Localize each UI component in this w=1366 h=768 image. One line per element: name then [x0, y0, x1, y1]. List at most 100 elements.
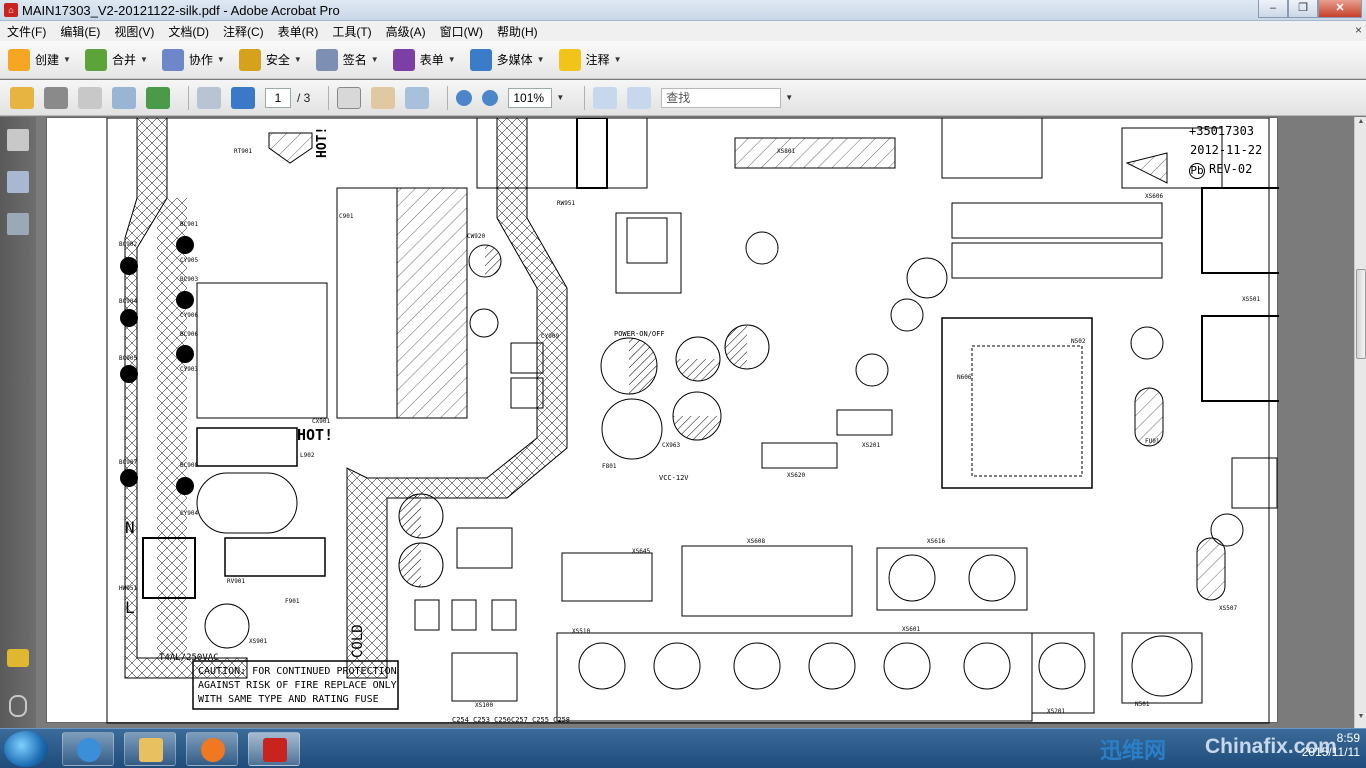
- lock-icon: [238, 48, 261, 71]
- cold-label: COLD: [350, 624, 366, 658]
- signatures-icon[interactable]: [7, 213, 29, 235]
- chevron-down-icon[interactable]: ▼: [785, 93, 793, 102]
- select-text-icon[interactable]: [337, 86, 362, 109]
- web-icon[interactable]: [146, 86, 170, 109]
- multimedia-button[interactable]: 多媒体 ▼: [469, 48, 545, 71]
- zoom-tool-icon[interactable]: [405, 86, 430, 109]
- part-number: +35017303: [1189, 124, 1255, 138]
- bottom-caps-label: C254 C253 C256C257 C255 C258: [452, 716, 571, 724]
- ref-label: BC907: [119, 459, 138, 466]
- ref-label: BC908: [180, 462, 199, 469]
- zoom-out-icon[interactable]: [456, 89, 473, 106]
- comments-icon[interactable]: [7, 649, 29, 667]
- open-folder-icon[interactable]: [10, 86, 34, 109]
- scrollbar-thumb[interactable]: [1356, 269, 1366, 359]
- system-clock[interactable]: 8:59 2015/11/11: [1302, 731, 1360, 759]
- task-toolbar: 创建 ▼ 合并 ▼ 协作 ▼ 安全 ▼ 签名 ▼ 表单 ▼ 多媒体 ▼ 注释 ▼: [0, 41, 1366, 79]
- menu-file[interactable]: 文件(F): [0, 23, 53, 40]
- menu-advanced[interactable]: 高级(A): [379, 23, 433, 40]
- taskbar-ie[interactable]: [62, 732, 114, 766]
- window-controls: – ❐ ✕: [1258, 0, 1362, 18]
- navigation-toolbar: 1 / 3 101% ▼ 查找 ▼: [0, 80, 1366, 116]
- collaborate-button[interactable]: 协作 ▼: [161, 48, 225, 71]
- navigation-pane: [0, 117, 36, 728]
- comment-label: 注释: [585, 53, 610, 67]
- combine-label: 合并: [111, 53, 136, 67]
- ref-label: BC905: [119, 355, 138, 362]
- ref-label: BC906: [180, 331, 199, 338]
- zoom-level[interactable]: 101%: [508, 87, 553, 108]
- save-icon[interactable]: [78, 86, 102, 109]
- bookmarks-icon[interactable]: [7, 171, 29, 193]
- ref-label: RV901: [227, 578, 246, 585]
- ref-label: XS201: [862, 442, 881, 449]
- chevron-down-icon: ▼: [139, 55, 148, 64]
- menu-window[interactable]: 窗口(W): [433, 23, 490, 40]
- secure-button[interactable]: 安全 ▼: [238, 48, 302, 71]
- ref-label: F901: [285, 598, 300, 605]
- sign-button[interactable]: 签名 ▼: [315, 48, 379, 71]
- find-input[interactable]: 查找: [661, 87, 782, 108]
- menu-comments[interactable]: 注释(C): [216, 23, 271, 40]
- email-icon[interactable]: [112, 86, 136, 109]
- ref-label: BC902: [119, 241, 138, 248]
- comment-button[interactable]: 注释 ▼: [558, 48, 622, 71]
- chevron-down-icon: ▼: [536, 55, 545, 64]
- chevron-down-icon[interactable]: ▼: [556, 93, 564, 102]
- chevron-down-icon: ▼: [216, 55, 225, 64]
- chevron-down-icon: ▼: [447, 55, 456, 64]
- forms-button[interactable]: 表单 ▼: [392, 48, 456, 71]
- minimize-button[interactable]: –: [1258, 0, 1288, 18]
- taskbar-acrobat[interactable]: [248, 732, 300, 766]
- ref-label: XS601: [902, 626, 921, 633]
- forms-label: 表单: [419, 53, 444, 67]
- ref-label: N502: [1071, 338, 1086, 345]
- menu-tools[interactable]: 工具(T): [325, 23, 378, 40]
- ref-label: BC903: [180, 276, 199, 283]
- menu-edit[interactable]: 编辑(E): [53, 23, 107, 40]
- print-icon[interactable]: [44, 86, 68, 109]
- combine-button[interactable]: 合并 ▼: [84, 48, 148, 71]
- zoom-in-icon[interactable]: [482, 89, 499, 106]
- maximize-button[interactable]: ❐: [1288, 0, 1318, 18]
- fit-page-icon[interactable]: [627, 86, 652, 109]
- previous-page-icon[interactable]: [197, 86, 221, 109]
- fit-width-icon[interactable]: [593, 86, 618, 109]
- ref-label: XS620: [787, 472, 806, 479]
- board-date: 2012-11-22: [1190, 143, 1263, 157]
- start-button[interactable]: [4, 731, 48, 767]
- ref-label: CY904: [180, 510, 199, 517]
- multimedia-icon: [469, 48, 492, 71]
- ref-label: F801: [602, 463, 617, 470]
- ref-label: HW951: [119, 585, 138, 592]
- ref-label: XS100: [475, 702, 494, 709]
- menu-help[interactable]: 帮助(H): [490, 23, 545, 40]
- scroll-down-icon[interactable]: ▼: [1356, 713, 1366, 725]
- create-button[interactable]: 创建 ▼: [8, 48, 71, 71]
- vertical-scrollbar[interactable]: ▲ ▼: [1354, 117, 1366, 728]
- next-page-icon[interactable]: [231, 86, 255, 109]
- scroll-up-icon[interactable]: ▲: [1356, 118, 1366, 130]
- caution-line-1: CAUTION: FOR CONTINUED PROTECTION: [198, 666, 397, 677]
- folder-icon: [139, 738, 163, 762]
- menu-view[interactable]: 视图(V): [107, 23, 161, 40]
- chevron-down-icon: ▼: [293, 55, 302, 64]
- comment-icon: [558, 48, 581, 71]
- close-document-icon[interactable]: ×: [1355, 23, 1362, 37]
- menu-forms[interactable]: 表单(R): [271, 23, 326, 40]
- menu-document[interactable]: 文档(D): [161, 23, 216, 40]
- separator: [584, 85, 586, 110]
- hand-tool-icon[interactable]: [371, 86, 396, 109]
- page-number-input[interactable]: 1: [265, 87, 291, 108]
- ref-label: N606: [957, 374, 972, 381]
- clock-date: 2015/11/11: [1301, 745, 1360, 759]
- separator: [447, 85, 449, 110]
- taskbar-media[interactable]: [186, 732, 238, 766]
- document-view[interactable]: +35017303 2012-11-22 Pb REV-02 HOT! HOT!…: [36, 117, 1354, 728]
- taskbar-explorer[interactable]: [124, 732, 176, 766]
- pages-icon[interactable]: [7, 129, 29, 151]
- close-button[interactable]: ✕: [1318, 0, 1362, 18]
- lead-free-mark: Pb: [1189, 163, 1205, 179]
- attachments-icon[interactable]: [9, 695, 27, 717]
- secure-label: 安全: [265, 53, 290, 67]
